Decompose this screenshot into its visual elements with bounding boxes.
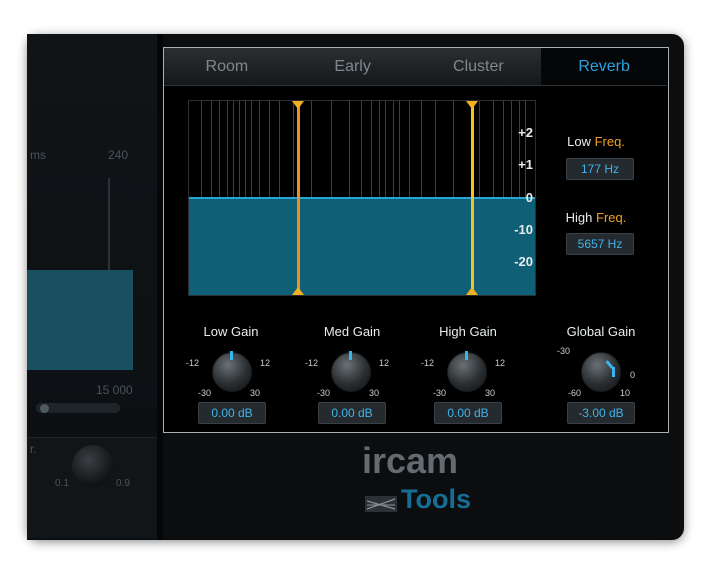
bg-knob-min: 0.1 xyxy=(55,478,69,489)
low-marker-bottom-handle[interactable] xyxy=(292,287,304,295)
bg-panel-label: r. xyxy=(30,442,37,456)
ircam-tools-logo: ircam Tools xyxy=(355,440,475,530)
high-gain-value[interactable]: 0.00 dB xyxy=(434,402,502,424)
low-freq-marker[interactable] xyxy=(297,101,300,295)
high-gain-knob-indicator xyxy=(465,351,468,360)
med-gain-tick-tr: 12 xyxy=(379,358,390,368)
low-freq-value[interactable]: 177 Hz xyxy=(566,158,634,180)
tab-bar: Room Early Cluster Reverb xyxy=(164,48,667,86)
med-gain-tick-tl: -12 xyxy=(305,358,319,368)
bg-freq-value: 15 000 xyxy=(96,383,133,397)
med-gain-tick-br: 30 xyxy=(369,388,380,398)
db-label-minus10: -10 xyxy=(514,222,533,237)
high-freq-label: High Freq. xyxy=(546,210,646,225)
high-freq-value[interactable]: 5657 Hz xyxy=(566,233,634,255)
low-marker-top-handle[interactable] xyxy=(292,101,304,109)
low-gain-tick-tl: -12 xyxy=(186,358,200,368)
med-gain-title: Med Gain xyxy=(323,324,381,339)
med-gain-knob-indicator xyxy=(349,351,352,360)
high-freq-marker[interactable] xyxy=(471,101,474,295)
low-freq-label: Low Freq. xyxy=(546,134,646,149)
global-gain-arc xyxy=(612,367,615,377)
db-label-zero: 0 xyxy=(525,190,533,205)
reverb-panel: Room Early Cluster Reverb +2 +1 0 -10 -2… xyxy=(163,47,669,433)
low-gain-value[interactable]: 0.00 dB xyxy=(198,402,266,424)
low-freq-label-accent: Freq. xyxy=(594,134,625,149)
high-gain-tick-bl: -30 xyxy=(433,388,447,398)
low-gain-knob-indicator xyxy=(230,351,233,360)
bg-slider-track xyxy=(108,178,110,270)
high-gain-tick-br: 30 xyxy=(485,388,496,398)
low-gain-knob[interactable] xyxy=(212,351,252,392)
low-gain-tick-br: 30 xyxy=(250,388,261,398)
high-gain-tick-tl: -12 xyxy=(421,358,435,368)
tab-reverb[interactable]: Reverb xyxy=(541,48,667,85)
bg-knob[interactable] xyxy=(72,445,114,487)
high-gain-knob[interactable] xyxy=(447,351,487,392)
global-gain-value[interactable]: -3.00 dB xyxy=(567,402,635,424)
high-marker-bottom-handle[interactable] xyxy=(466,287,478,295)
tab-cluster[interactable]: Cluster xyxy=(416,48,542,85)
low-gain-tick-tr: 12 xyxy=(260,358,271,368)
low-freq-label-prefix: Low xyxy=(567,134,595,149)
logo-brand: ircam xyxy=(362,440,459,481)
db-label-plus2: +2 xyxy=(518,125,533,140)
med-gain-knob[interactable] xyxy=(331,351,371,392)
bg-ms-label: ms xyxy=(30,148,46,162)
high-freq-label-accent: Freq. xyxy=(596,210,627,225)
band-fill xyxy=(189,198,535,295)
global-gain-tick-tr: 0 xyxy=(630,370,636,380)
db-label-plus1: +1 xyxy=(518,157,533,172)
tab-room[interactable]: Room xyxy=(164,48,290,85)
bg-knob-max: 0.9 xyxy=(116,478,130,489)
med-gain-tick-bl: -30 xyxy=(317,388,331,398)
bg-ms-value: 240 xyxy=(108,148,129,162)
logo-product: Tools xyxy=(401,484,471,514)
high-marker-top-handle[interactable] xyxy=(466,101,478,109)
high-gain-title: High Gain xyxy=(439,324,497,339)
logo-mark-icon xyxy=(365,496,397,512)
global-gain-title: Global Gain xyxy=(566,324,636,339)
tab-early[interactable]: Early xyxy=(290,48,416,85)
bg-slider-handle[interactable] xyxy=(40,404,49,413)
bg-level-bar xyxy=(27,270,133,370)
eq-graph[interactable]: +2 +1 0 -10 -20 xyxy=(188,100,536,296)
high-gain-tick-tr: 12 xyxy=(495,358,506,368)
zero-db-line xyxy=(189,197,535,199)
med-gain-value[interactable]: 0.00 dB xyxy=(318,402,386,424)
db-label-minus20: -20 xyxy=(514,254,533,269)
global-gain-knob[interactable] xyxy=(581,352,621,392)
low-gain-tick-bl: -30 xyxy=(198,388,212,398)
global-gain-tick-tl: -30 xyxy=(557,346,571,356)
low-gain-title: Low Gain xyxy=(203,324,259,339)
global-gain-tick-br: 10 xyxy=(620,388,631,398)
high-freq-label-prefix: High xyxy=(565,210,596,225)
global-gain-tick-bl: -60 xyxy=(568,388,582,398)
